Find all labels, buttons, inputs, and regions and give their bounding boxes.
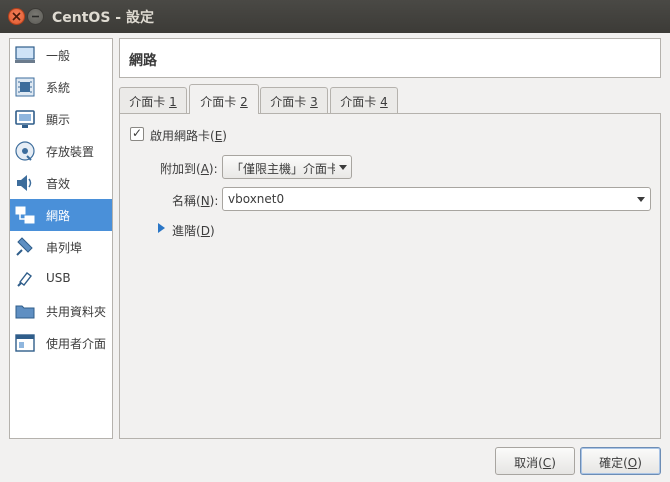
folder-icon (15, 305, 35, 319)
advanced-expander[interactable]: 進階(D) (172, 222, 215, 239)
sidebar-item-label: 串列埠 (46, 241, 83, 255)
minimize-window-button[interactable] (27, 8, 44, 25)
expander-triangle-icon[interactable] (158, 223, 165, 233)
label-mnemonic: N (200, 194, 210, 208)
cancel-button[interactable]: 取消(C) (495, 447, 575, 475)
label-text: ) (637, 456, 642, 470)
sidebar-item-usb[interactable]: USB (10, 263, 112, 295)
tab-text: 介面卡 (200, 95, 241, 109)
label-text: ) (222, 129, 227, 143)
tab-mnemonic: 4 (380, 95, 388, 109)
sidebar-item-label: 網路 (46, 209, 71, 223)
attached-to-select[interactable]: 「僅限主機」介面卡 (222, 155, 352, 179)
enable-adapter-checkbox[interactable]: ✓ (130, 126, 144, 141)
label-text: 確定( (599, 456, 628, 470)
minimize-icon (32, 15, 39, 18)
sidebar-item-shared-folders[interactable]: 共用資料夾 (10, 295, 112, 327)
tab-text: 介面卡 (270, 95, 311, 109)
label-text: 進階( (172, 224, 201, 238)
label-text: ): (209, 194, 219, 208)
label-text: ): (208, 162, 218, 176)
network-icon (15, 206, 35, 224)
sidebar-item-serial-ports[interactable]: 串列埠 (10, 231, 112, 263)
disk-icon (15, 141, 35, 161)
tab-text: 介面卡 (129, 95, 170, 109)
sidebar-item-user-interface[interactable]: 使用者介面 (10, 327, 112, 359)
tab-mnemonic: 3 (310, 95, 318, 109)
ok-button[interactable]: 確定(O) (580, 447, 661, 475)
monitor-icon (15, 110, 35, 128)
tab-label: 介面卡 2 (190, 93, 258, 110)
sidebar-item-general[interactable]: 一般 (10, 39, 112, 71)
sidebar-item-network[interactable]: 網路 (10, 199, 112, 231)
checkmark-icon: ✓ (132, 126, 143, 140)
label-mnemonic: D (200, 224, 210, 238)
page-title: 網路 (129, 53, 157, 69)
tab-label: 介面卡 1 (120, 93, 186, 110)
label-text: ) (551, 456, 556, 470)
ui-window-icon (15, 334, 35, 352)
attached-to-value: 「僅限主機」介面卡 (231, 162, 335, 176)
close-icon (12, 12, 21, 21)
chip-icon (15, 77, 35, 97)
sidebar-item-label: 系統 (46, 81, 71, 95)
title-bar: CentOS - 設定 (0, 0, 670, 33)
enable-adapter-label[interactable]: 啟用網路卡(E) (150, 127, 227, 144)
label-text: 啟用網路卡( (150, 129, 215, 143)
tab-adapter-2[interactable]: 介面卡 2 (189, 84, 259, 114)
sidebar-item-label: USB (46, 271, 71, 285)
tab-adapter-4[interactable]: 介面卡 4 (330, 87, 398, 113)
name-select[interactable]: vboxnet0 (222, 187, 651, 211)
sidebar-item-audio[interactable]: 音效 (10, 167, 112, 199)
name-value: vboxnet0 (228, 192, 285, 206)
label-text: ) (209, 224, 215, 238)
name-label: 名稱(N): (172, 192, 218, 209)
sidebar-item-system[interactable]: 系統 (10, 71, 112, 103)
tab-mnemonic: 1 (169, 95, 177, 109)
settings-sidebar: 一般 系統 顯示 存放裝置 音效 網路 串列埠 USB 共用資料夾 使用者介面 (9, 38, 113, 439)
label-text: 取消( (514, 456, 543, 470)
sidebar-item-storage[interactable]: 存放裝置 (10, 135, 112, 167)
sidebar-item-label: 使用者介面 (46, 337, 107, 351)
serial-port-icon (16, 237, 33, 256)
button-label: 確定(O) (581, 454, 660, 471)
label-mnemonic: A (200, 162, 209, 176)
sidebar-item-label: 共用資料夾 (46, 305, 107, 319)
tab-adapter-3[interactable]: 介面卡 3 (260, 87, 328, 113)
label-text: 附加到( (160, 162, 201, 176)
usb-icon (17, 272, 32, 287)
tab-text: 介面卡 (340, 95, 381, 109)
chevron-down-icon (339, 165, 347, 170)
computer-icon (15, 46, 35, 63)
section-header: 網路 (119, 38, 661, 78)
tab-label: 介面卡 3 (261, 93, 327, 110)
sidebar-item-display[interactable]: 顯示 (10, 103, 112, 135)
label-mnemonic: O (627, 456, 638, 470)
sidebar-item-label: 音效 (46, 177, 71, 191)
close-window-button[interactable] (8, 8, 25, 25)
speaker-icon (17, 175, 32, 191)
sidebar-item-label: 一般 (46, 49, 71, 63)
tab-mnemonic: 2 (240, 95, 248, 109)
label-mnemonic: C (542, 456, 552, 470)
sidebar-item-label: 顯示 (46, 113, 71, 127)
sidebar-item-label: 存放裝置 (46, 145, 95, 159)
tab-label: 介面卡 4 (331, 93, 397, 110)
label-text: 名稱( (172, 194, 201, 208)
attached-to-label: 附加到(A): (160, 160, 218, 177)
tab-adapter-1[interactable]: 介面卡 1 (119, 87, 187, 113)
chevron-down-icon (637, 197, 645, 202)
window-title: CentOS - 設定 (52, 10, 154, 26)
button-label: 取消(C) (496, 454, 574, 471)
